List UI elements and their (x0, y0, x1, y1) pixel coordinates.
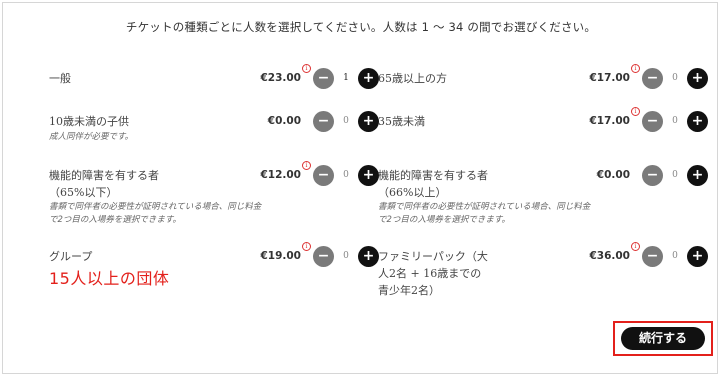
ticket-name: ファミリーパック（大人2名 + 16歳までの青少年2名） (378, 250, 488, 297)
decrease-button[interactable]: − (642, 246, 663, 267)
quantity-value: 0 (343, 251, 349, 261)
ticket-name: 35歳未満 (378, 115, 425, 128)
decrease-button[interactable]: − (642, 68, 663, 89)
decrease-button[interactable]: − (313, 68, 334, 89)
ticket-note: 成人同伴が必要です。 (49, 132, 134, 142)
quantity-value: 0 (672, 251, 678, 261)
ticket-name: グループ (49, 250, 93, 263)
quantity-value: 0 (343, 170, 349, 180)
decrease-button[interactable]: − (313, 111, 334, 132)
increase-button[interactable]: + (358, 246, 379, 267)
ticket-name: 65歳以上の方 (378, 72, 447, 85)
quantity-value: 0 (672, 170, 678, 180)
decrease-button[interactable]: − (313, 165, 334, 186)
increase-button[interactable]: + (358, 68, 379, 89)
quantity-value: 0 (343, 116, 349, 126)
decrease-button[interactable]: − (642, 111, 663, 132)
continue-highlight: 続行する (613, 321, 713, 356)
instruction-text: チケットの種類ごとに人数を選択してください。人数は 1 ～ 34 の間でお選びく… (125, 20, 597, 34)
ticket-price: €17.00 (589, 115, 630, 127)
ticket-name: 機能的障害を有する者（66%以上） (378, 169, 488, 199)
quantity-value: 0 (672, 116, 678, 126)
increase-button[interactable]: + (687, 111, 708, 132)
increase-button[interactable]: + (358, 165, 379, 186)
ticket-price: €36.00 (589, 250, 630, 262)
info-icon[interactable]: i (302, 64, 311, 73)
quantity-value: 1 (343, 73, 349, 83)
increase-button[interactable]: + (687, 165, 708, 186)
ticket-price: €0.00 (267, 115, 301, 127)
ticket-price: €0.00 (596, 169, 630, 181)
decrease-button[interactable]: − (642, 165, 663, 186)
increase-button[interactable]: + (358, 111, 379, 132)
info-icon[interactable]: i (631, 242, 640, 251)
continue-button[interactable]: 続行する (621, 327, 705, 350)
ticket-price: €17.00 (589, 72, 630, 84)
ticket-price: €12.00 (260, 169, 301, 181)
info-icon[interactable]: i (631, 64, 640, 73)
group-annotation: 15人以上の団体 (49, 269, 170, 288)
info-icon[interactable]: i (302, 242, 311, 251)
increase-button[interactable]: + (687, 68, 708, 89)
ticket-note: 書類で同伴者の必要性が証明されている場合、同じ料金で2つ目の入場券を選択できます… (49, 202, 262, 225)
info-icon[interactable]: i (302, 161, 311, 170)
decrease-button[interactable]: − (313, 246, 334, 267)
ticket-name: 機能的障害を有する者（65%以下） (49, 169, 159, 199)
increase-button[interactable]: + (687, 246, 708, 267)
ticket-name: 一般 (49, 72, 71, 85)
ticket-note: 書類で同伴者の必要性が証明されている場合、同じ料金で2つ目の入場券を選択できます… (378, 202, 591, 225)
ticket-price: €19.00 (260, 250, 301, 262)
ticket-price: €23.00 (260, 72, 301, 84)
info-icon[interactable]: i (631, 107, 640, 116)
quantity-value: 0 (672, 73, 678, 83)
ticket-selection-panel: チケットの種類ごとに人数を選択してください。人数は 1 ～ 34 の間でお選びく… (2, 2, 718, 374)
ticket-name: 10歳未満の子供 (49, 115, 129, 128)
